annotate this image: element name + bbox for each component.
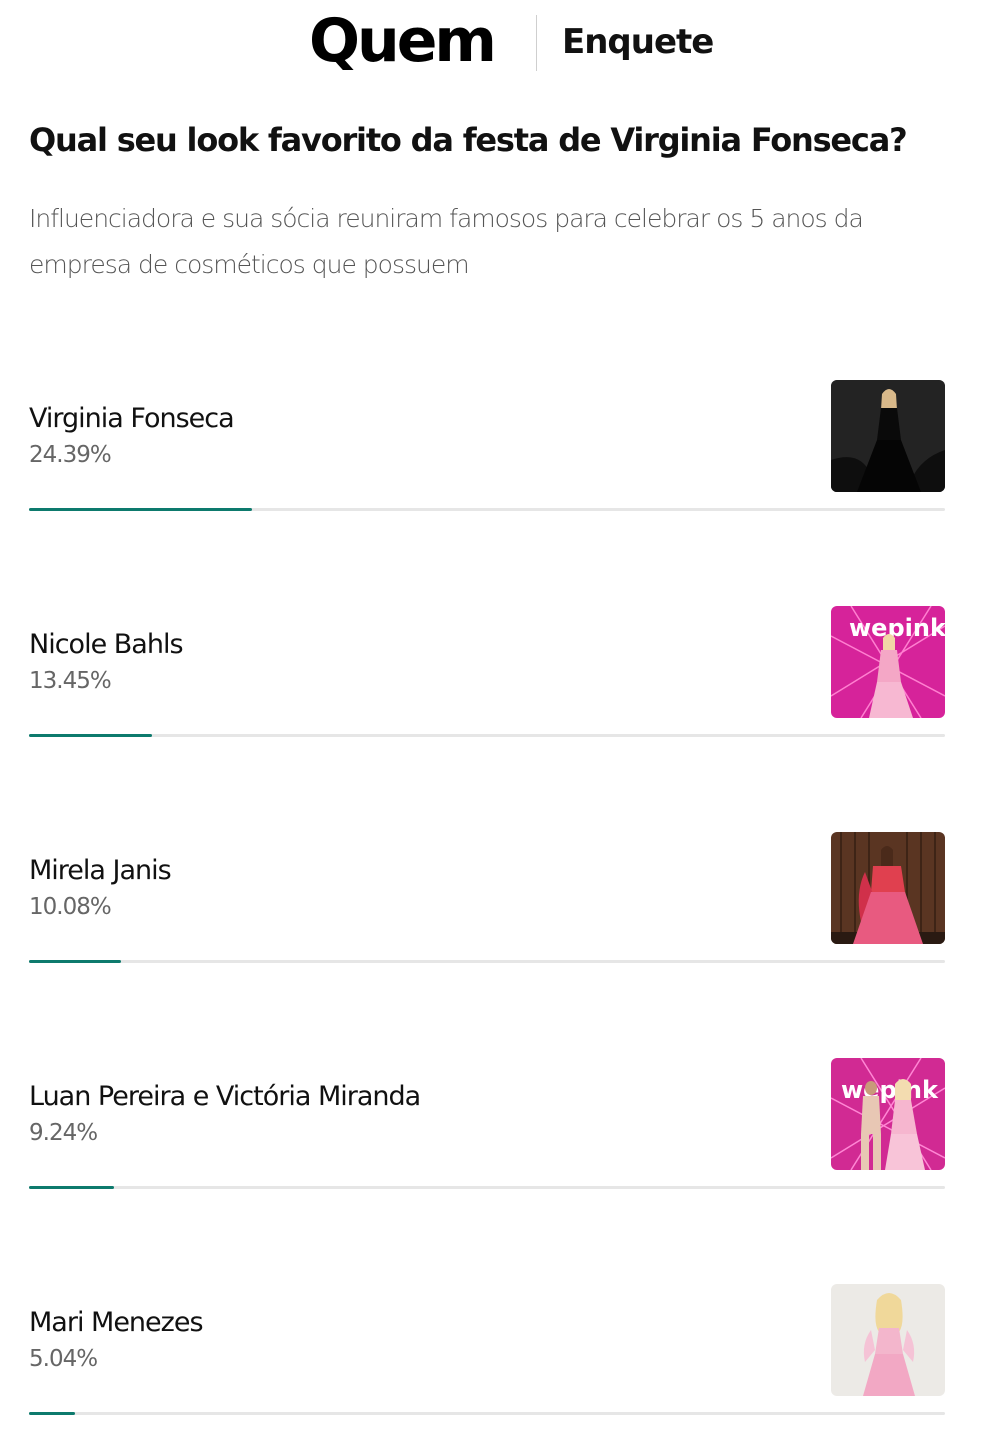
section-label: Enquete xyxy=(562,22,714,62)
result-bar-fill xyxy=(29,1412,76,1415)
photo-pink-gown-wood-wall-icon xyxy=(831,832,945,944)
option-name: Mirela Janis xyxy=(29,855,172,886)
option-name: Mari Menezes xyxy=(29,1307,204,1338)
option-name: Nicole Bahls xyxy=(29,629,184,660)
result-bar-fill xyxy=(29,1186,114,1189)
poll-option[interactable]: Luan Pereira e Victória Miranda 9.24% we… xyxy=(0,1058,984,1218)
option-name: Virginia Fonseca xyxy=(29,403,235,434)
brand-logo[interactable]: Quem xyxy=(309,6,497,76)
option-percentage: 13.45% xyxy=(29,668,112,694)
option-photo xyxy=(831,1284,945,1396)
poll-description: Influenciadora e sua sócia reuniram famo… xyxy=(29,204,864,279)
option-percentage: 10.08% xyxy=(29,894,112,920)
photo-pink-dress-white-wall-icon xyxy=(831,1284,945,1396)
result-bar xyxy=(29,1412,945,1415)
result-bar xyxy=(29,1186,945,1189)
poll-option[interactable]: Mirela Janis 10.08% xyxy=(0,832,984,992)
result-bar xyxy=(29,960,945,963)
photo-black-gown-icon xyxy=(831,380,945,492)
svg-text:wepink: wepink xyxy=(849,614,945,642)
result-bar xyxy=(29,508,945,511)
option-photo xyxy=(831,832,945,944)
header: Quem Enquete xyxy=(0,0,984,90)
option-percentage: 5.04% xyxy=(29,1346,98,1372)
option-photo: wepink xyxy=(831,1058,945,1170)
poll-option[interactable]: Mari Menezes 5.04% xyxy=(0,1284,984,1434)
option-name: Luan Pereira e Victória Miranda xyxy=(29,1081,421,1112)
result-bar xyxy=(29,734,945,737)
result-bar-fill xyxy=(29,734,153,737)
result-bar-fill xyxy=(29,508,253,511)
photo-pink-backdrop-icon: wepink xyxy=(831,606,945,718)
option-photo: wepink xyxy=(831,606,945,718)
header-divider xyxy=(536,15,537,71)
poll-option[interactable]: Virginia Fonseca 24.39% xyxy=(0,380,984,540)
poll-option[interactable]: Nicole Bahls 13.45% wepink xyxy=(0,606,984,766)
svg-text:wepink: wepink xyxy=(841,1076,939,1104)
poll-question: Qual seu look favorito da festa de Virgi… xyxy=(29,121,908,159)
option-percentage: 24.39% xyxy=(29,442,112,468)
option-percentage: 9.24% xyxy=(29,1120,98,1146)
photo-couple-pink-backdrop-icon: wepink xyxy=(831,1058,945,1170)
result-bar-fill xyxy=(29,960,122,963)
option-photo xyxy=(831,380,945,492)
